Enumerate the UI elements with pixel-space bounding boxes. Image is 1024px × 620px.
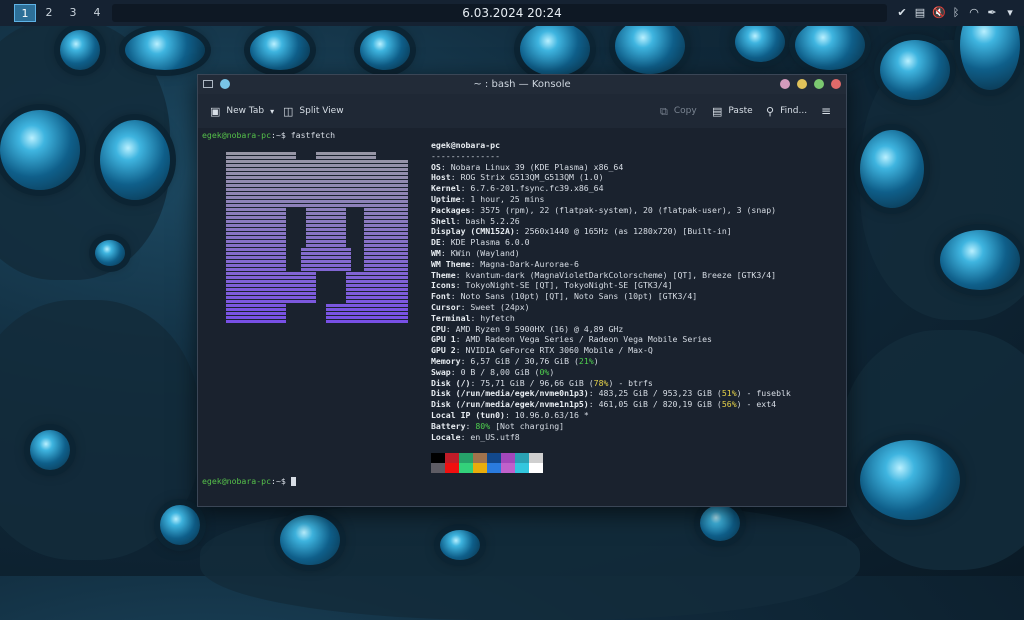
color-palette bbox=[431, 453, 543, 473]
palette-swatch bbox=[445, 463, 459, 473]
terminal-area[interactable]: egek@nobara-pc:~$ fastfetch egek@nobara-… bbox=[198, 128, 846, 506]
palette-swatch bbox=[529, 463, 543, 473]
info-row: Display (CMN152A): 2560x1440 @ 165Hz (as… bbox=[431, 226, 732, 237]
info-row: Terminal: hyfetch bbox=[431, 312, 515, 323]
palette-swatch bbox=[473, 453, 487, 463]
hamburger-menu-button[interactable]: ≡ bbox=[821, 102, 831, 120]
find-button[interactable]: ⚲ Find... bbox=[766, 102, 807, 120]
bluetooth-icon[interactable]: ᛒ bbox=[950, 7, 962, 19]
help-button[interactable] bbox=[780, 79, 790, 89]
toolbar: ▣ New Tab ▾ ◫ Split View ⧉ Copy ▤ Paste … bbox=[198, 94, 846, 128]
prompt-line: egek@nobara-pc:~$ fastfetch bbox=[202, 130, 336, 140]
info-row: WM Theme: Magna-Dark-Aurorae-6 bbox=[431, 258, 579, 269]
title-bar[interactable]: ~ : bash — Konsole bbox=[198, 75, 846, 94]
palette-swatch bbox=[445, 453, 459, 463]
prompt-line-current: egek@nobara-pc:~$ bbox=[202, 476, 296, 486]
search-icon: ⚲ bbox=[766, 104, 775, 118]
info-row: OS: Nobara Linux 39 (KDE Plasma) x86_64 bbox=[431, 161, 624, 172]
info-row: Kernel: 6.7.6-201.fsync.fc39.x86_64 bbox=[431, 183, 604, 194]
mute-icon[interactable]: 🔇 bbox=[932, 7, 946, 19]
top-panel: 1234 6.03.2024 20:24 ✔ ▤ 🔇 ᛒ ◠ ✒ ▾ bbox=[0, 0, 1024, 26]
paste-button[interactable]: ▤ Paste bbox=[712, 102, 753, 120]
paste-icon: ▤ bbox=[712, 104, 723, 118]
palette-swatch bbox=[501, 463, 515, 473]
info-row: Disk (/run/media/egek/nvme0n1p3): 483,25… bbox=[431, 388, 791, 399]
copy-icon: ⧉ bbox=[660, 104, 668, 118]
system-tray: ✔ ▤ 🔇 ᛒ ◠ ✒ ▾ bbox=[896, 5, 1016, 21]
info-row: Memory: 6,57 GiB / 30,76 GiB (21%) bbox=[431, 355, 599, 366]
palette-swatch bbox=[515, 453, 529, 463]
split-view-icon: ◫ bbox=[283, 104, 294, 118]
feather-icon[interactable]: ✒ bbox=[986, 7, 998, 19]
info-row: Host: ROG Strix G513QM_G513QM (1.0) bbox=[431, 172, 604, 183]
split-view-button[interactable]: ◫ Split View bbox=[283, 102, 344, 120]
palette-swatch bbox=[431, 463, 445, 473]
clock[interactable]: 6.03.2024 20:24 bbox=[0, 0, 1024, 26]
new-tab-icon: ▣ bbox=[210, 104, 221, 118]
info-row: Packages: 3575 (rpm), 22 (flatpak-system… bbox=[431, 204, 777, 215]
info-row: Disk (/): 75,71 GiB / 96,66 GiB (78%) - … bbox=[431, 377, 653, 388]
palette-swatch bbox=[431, 453, 445, 463]
info-row: GPU 1: AMD Radeon Vega Series / Radeon V… bbox=[431, 334, 712, 345]
maximize-button[interactable] bbox=[814, 79, 824, 89]
info-row: Cursor: Sweet (24px) bbox=[431, 301, 530, 312]
info-row: Theme: kvantum-dark (MagnaVioletDarkColo… bbox=[431, 269, 777, 280]
info-row: WM: KWin (Wayland) bbox=[431, 247, 520, 258]
fastfetch-info: egek@nobara-pc -------------- OS: Nobara… bbox=[431, 140, 791, 442]
palette-swatch bbox=[529, 453, 543, 463]
chevron-down-icon: ▾ bbox=[270, 106, 275, 116]
info-row: Font: Noto Sans (10pt) [QT], Noto Sans (… bbox=[431, 291, 698, 302]
clipboard-icon[interactable]: ▤ bbox=[914, 7, 926, 19]
konsole-window: ~ : bash — Konsole ▣ New Tab ▾ ◫ Split V… bbox=[197, 74, 847, 507]
info-row: Battery: 80% [Not charging] bbox=[431, 420, 565, 431]
hamburger-icon: ≡ bbox=[821, 103, 832, 118]
separator: -------------- bbox=[431, 150, 501, 161]
palette-swatch bbox=[473, 463, 487, 473]
palette-swatch bbox=[515, 463, 529, 473]
info-row: GPU 2: NVIDIA GeForce RTX 3060 Mobile / … bbox=[431, 345, 653, 356]
info-row: CPU: AMD Ryzen 9 5900HX (16) @ 4,89 GHz bbox=[431, 323, 624, 334]
info-row: Locale: en_US.utf8 bbox=[431, 431, 520, 442]
info-row: DE: KDE Plasma 6.0.0 bbox=[431, 237, 530, 248]
copy-button[interactable]: ⧉ Copy bbox=[660, 102, 697, 120]
close-button[interactable] bbox=[831, 79, 841, 89]
info-row: Local IP (tun0): 10.96.0.63/16 * bbox=[431, 409, 589, 420]
info-row: Shell: bash 5.2.26 bbox=[431, 215, 520, 226]
info-row: Icons: TokyoNight-SE [QT], TokyoNight-SE… bbox=[431, 280, 673, 291]
info-row: Disk (/run/media/egek/nvme1n1p5): 461,05… bbox=[431, 399, 777, 410]
palette-swatch bbox=[487, 463, 501, 473]
user-host-header: egek@nobara-pc bbox=[431, 140, 501, 150]
text-cursor bbox=[290, 477, 296, 486]
window-title: ~ : bash — Konsole bbox=[473, 79, 571, 90]
chevron-down-icon[interactable]: ▾ bbox=[1004, 7, 1016, 19]
info-row: Uptime: 1 hour, 25 mins bbox=[431, 193, 545, 204]
palette-swatch bbox=[487, 453, 501, 463]
minimize-button[interactable] bbox=[797, 79, 807, 89]
palette-swatch bbox=[459, 453, 473, 463]
palette-swatch bbox=[501, 453, 515, 463]
palette-swatch bbox=[459, 463, 473, 473]
checkmark-icon[interactable]: ✔ bbox=[896, 7, 908, 19]
nobara-ascii-logo bbox=[226, 152, 408, 324]
new-tab-button[interactable]: ▣ New Tab ▾ bbox=[210, 102, 274, 120]
wifi-icon[interactable]: ◠ bbox=[968, 7, 980, 19]
info-row: Swap: 0 B / 8,00 GiB (0%) bbox=[431, 366, 555, 377]
